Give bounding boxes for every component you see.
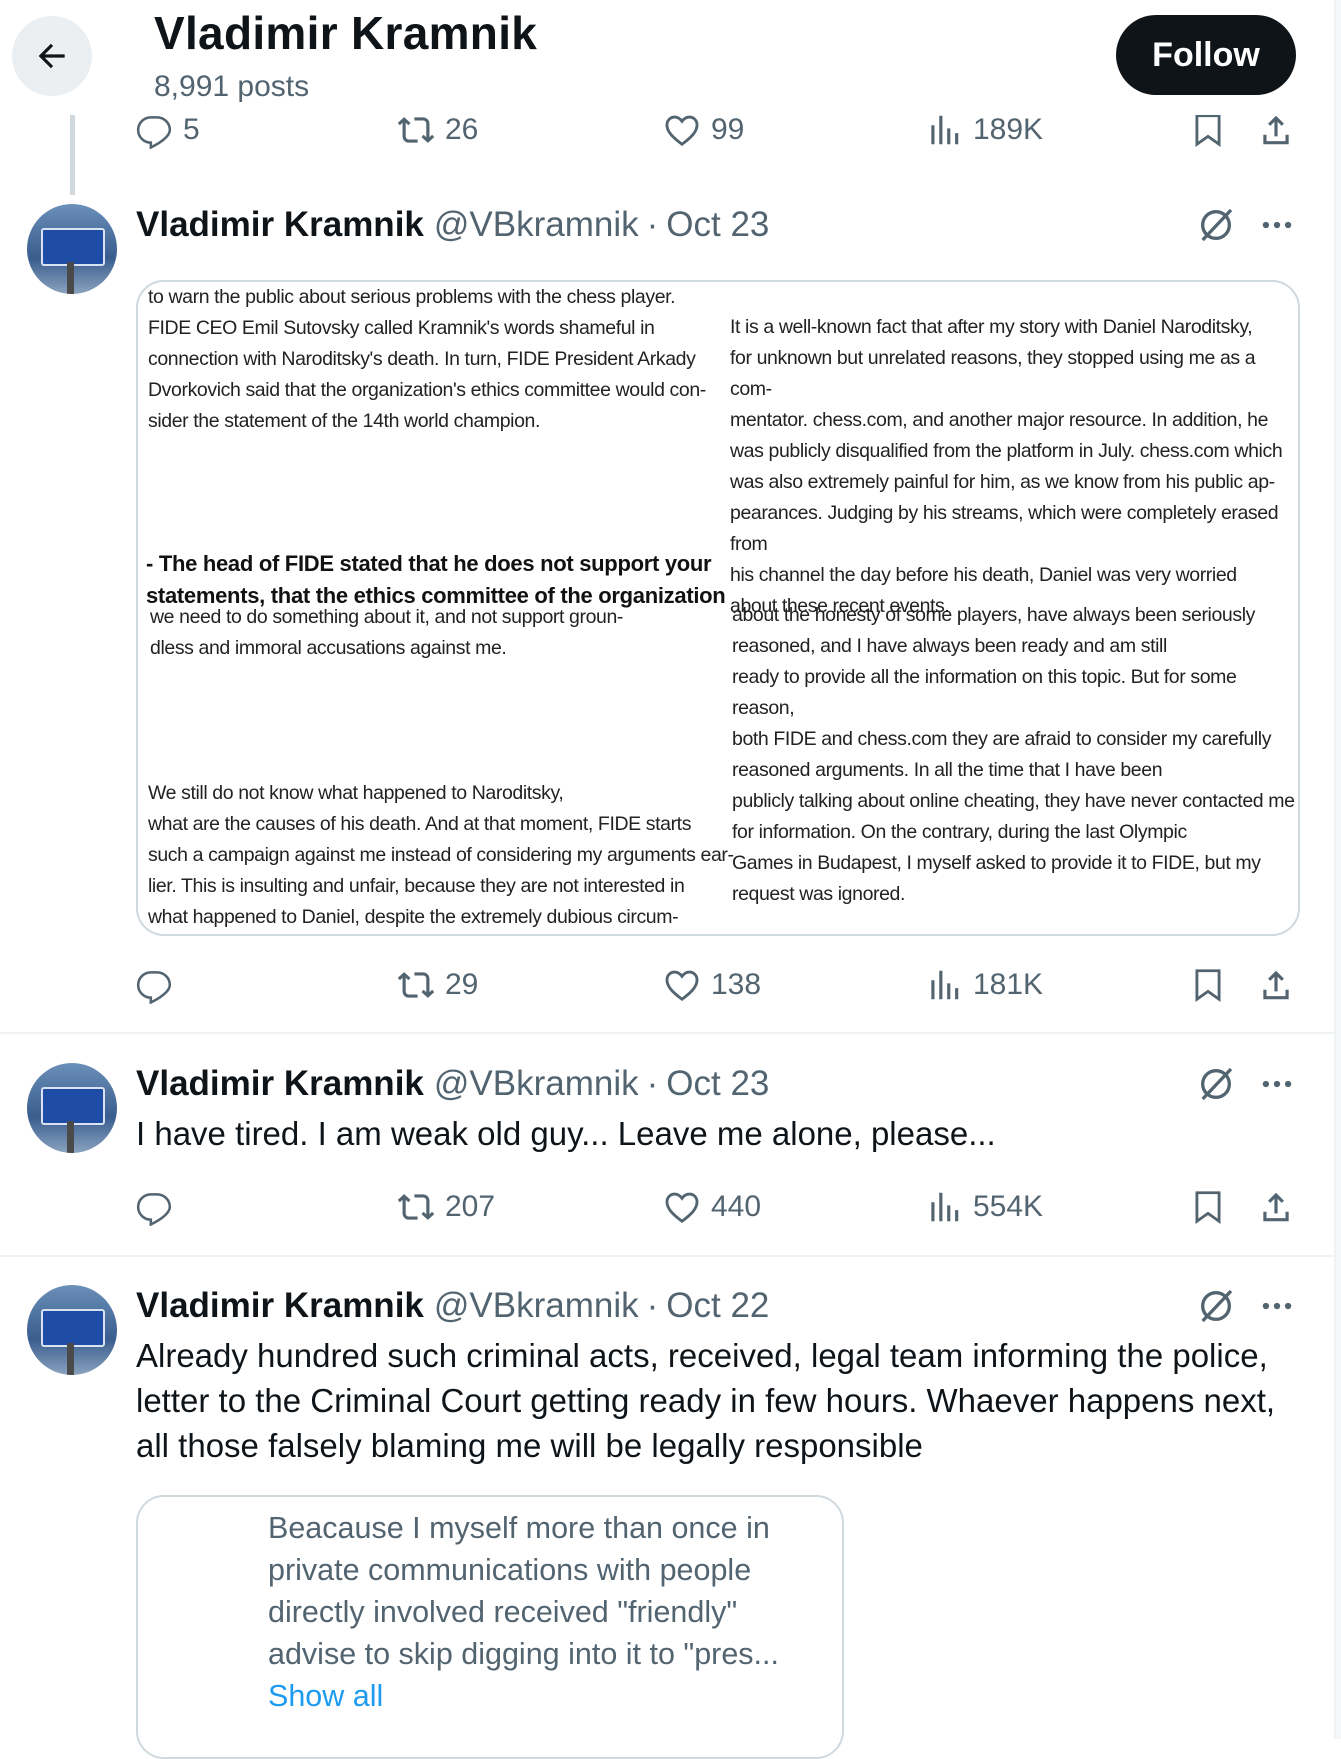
repost-icon xyxy=(397,117,435,143)
post-count: 8,991 posts xyxy=(154,70,310,103)
repost-button[interactable]: 207 xyxy=(397,1182,495,1232)
profile-header: Vladimir Kramnik 8,991 posts Follow xyxy=(0,0,1334,115)
repost-count: 29 xyxy=(445,968,479,1001)
scrollbar[interactable] xyxy=(1336,0,1341,1739)
separator: · xyxy=(646,1286,659,1325)
bookmark-button[interactable] xyxy=(1189,960,1227,1010)
avatar[interactable] xyxy=(27,204,117,294)
views-icon xyxy=(931,115,959,145)
reply-icon xyxy=(136,1193,172,1226)
image-text-left-bottom: We still do not know what happened to Na… xyxy=(148,782,734,928)
views-icon xyxy=(931,970,959,1000)
view-count: 554K xyxy=(973,1190,1044,1223)
share-icon xyxy=(1263,1192,1289,1222)
like-button[interactable]: 440 xyxy=(663,1182,761,1232)
repost-icon xyxy=(397,1194,435,1220)
show-all-link[interactable]: Show all xyxy=(268,1675,828,1717)
bookmark-icon xyxy=(1195,1191,1221,1225)
repost-count: 207 xyxy=(445,1190,496,1223)
thread-line xyxy=(70,115,75,195)
tweet-header: Vladimir Kramnik @VBkramnik · Oct 23 xyxy=(136,1059,769,1109)
reply-icon xyxy=(136,116,172,149)
reply-icon xyxy=(136,971,172,1004)
tweet-header: Vladimir Kramnik @VBkramnik · Oct 23 xyxy=(136,200,769,250)
tweet-date[interactable]: Oct 22 xyxy=(666,1286,769,1326)
image-text-left-mid: we need to do something about it, and no… xyxy=(150,606,624,659)
grok-icon[interactable] xyxy=(1196,1064,1236,1104)
share-icon xyxy=(1263,115,1289,145)
tweet-text: Already hundred such criminal acts, rece… xyxy=(136,1337,1276,1464)
more-icon[interactable] xyxy=(1258,1065,1296,1103)
author-handle[interactable]: @VBkramnik xyxy=(434,1064,639,1104)
avatar[interactable] xyxy=(27,1063,117,1153)
share-button[interactable] xyxy=(1257,960,1295,1010)
avatar[interactable] xyxy=(27,1285,117,1375)
quote-card[interactable]: Beacause I myself more than once in priv… xyxy=(136,1495,844,1759)
author-handle[interactable]: @VBkramnik xyxy=(434,1286,639,1326)
views-icon xyxy=(931,1192,959,1222)
action-bar: 207 440 554K xyxy=(135,1182,1305,1232)
view-count: 181K xyxy=(973,968,1044,1001)
like-count: 138 xyxy=(711,968,762,1001)
tweet-image[interactable]: to warn the public about serious problem… xyxy=(136,280,1300,936)
divider xyxy=(0,1032,1334,1034)
bookmark-icon xyxy=(1195,969,1221,1003)
tweet-text: I have tired. I am weak old guy... Leave… xyxy=(136,1115,996,1152)
repost-icon xyxy=(397,972,435,998)
reply-count: 5 xyxy=(183,113,200,146)
tweet-header: Vladimir Kramnik @VBkramnik · Oct 22 xyxy=(136,1281,769,1331)
quote-text: Beacause I myself more than once in priv… xyxy=(268,1507,828,1717)
tweet-date[interactable]: Oct 23 xyxy=(666,205,769,245)
separator: · xyxy=(646,1064,659,1103)
like-icon xyxy=(665,115,699,147)
reply-button[interactable] xyxy=(135,1182,183,1232)
like-count: 440 xyxy=(711,1190,762,1223)
bookmark-icon xyxy=(1195,114,1221,148)
image-text-right-bottom: about the honesty of some players, have … xyxy=(732,604,1295,905)
like-icon xyxy=(665,970,699,1002)
repost-button[interactable]: 29 xyxy=(397,960,478,1010)
grok-icon[interactable] xyxy=(1196,1286,1236,1326)
image-text-right-top: It is a well-known fact that after my st… xyxy=(730,316,1283,617)
grok-icon[interactable] xyxy=(1196,205,1236,245)
image-text-left-top: to warn the public about serious problem… xyxy=(148,286,706,432)
profile-name: Vladimir Kramnik xyxy=(154,7,538,59)
author-name[interactable]: Vladimir Kramnik xyxy=(136,1286,424,1326)
tweet-date[interactable]: Oct 23 xyxy=(666,1064,769,1104)
action-bar: 29 138 181K xyxy=(135,960,1305,1010)
back-button[interactable] xyxy=(12,16,92,96)
views-button[interactable]: 181K xyxy=(925,960,1043,1010)
author-handle[interactable]: @VBkramnik xyxy=(434,205,639,245)
like-button[interactable]: 138 xyxy=(663,960,761,1010)
separator: · xyxy=(646,205,659,244)
follow-button[interactable]: Follow xyxy=(1116,15,1296,95)
back-arrow-icon xyxy=(38,43,65,69)
more-icon[interactable] xyxy=(1258,206,1296,244)
view-count: 189K xyxy=(973,113,1044,146)
like-icon xyxy=(665,1192,699,1224)
share-icon xyxy=(1263,970,1289,1000)
like-count: 99 xyxy=(711,113,745,146)
reply-button[interactable] xyxy=(135,960,183,1010)
divider xyxy=(0,1255,1334,1257)
author-name[interactable]: Vladimir Kramnik xyxy=(136,205,424,245)
share-button[interactable] xyxy=(1257,1182,1295,1232)
repost-count: 26 xyxy=(445,113,479,146)
views-button[interactable]: 554K xyxy=(925,1182,1043,1232)
more-icon[interactable] xyxy=(1258,1287,1296,1325)
author-name[interactable]: Vladimir Kramnik xyxy=(136,1064,424,1104)
bookmark-button[interactable] xyxy=(1189,1182,1227,1232)
quote-body: Beacause I myself more than once in priv… xyxy=(268,1511,779,1671)
